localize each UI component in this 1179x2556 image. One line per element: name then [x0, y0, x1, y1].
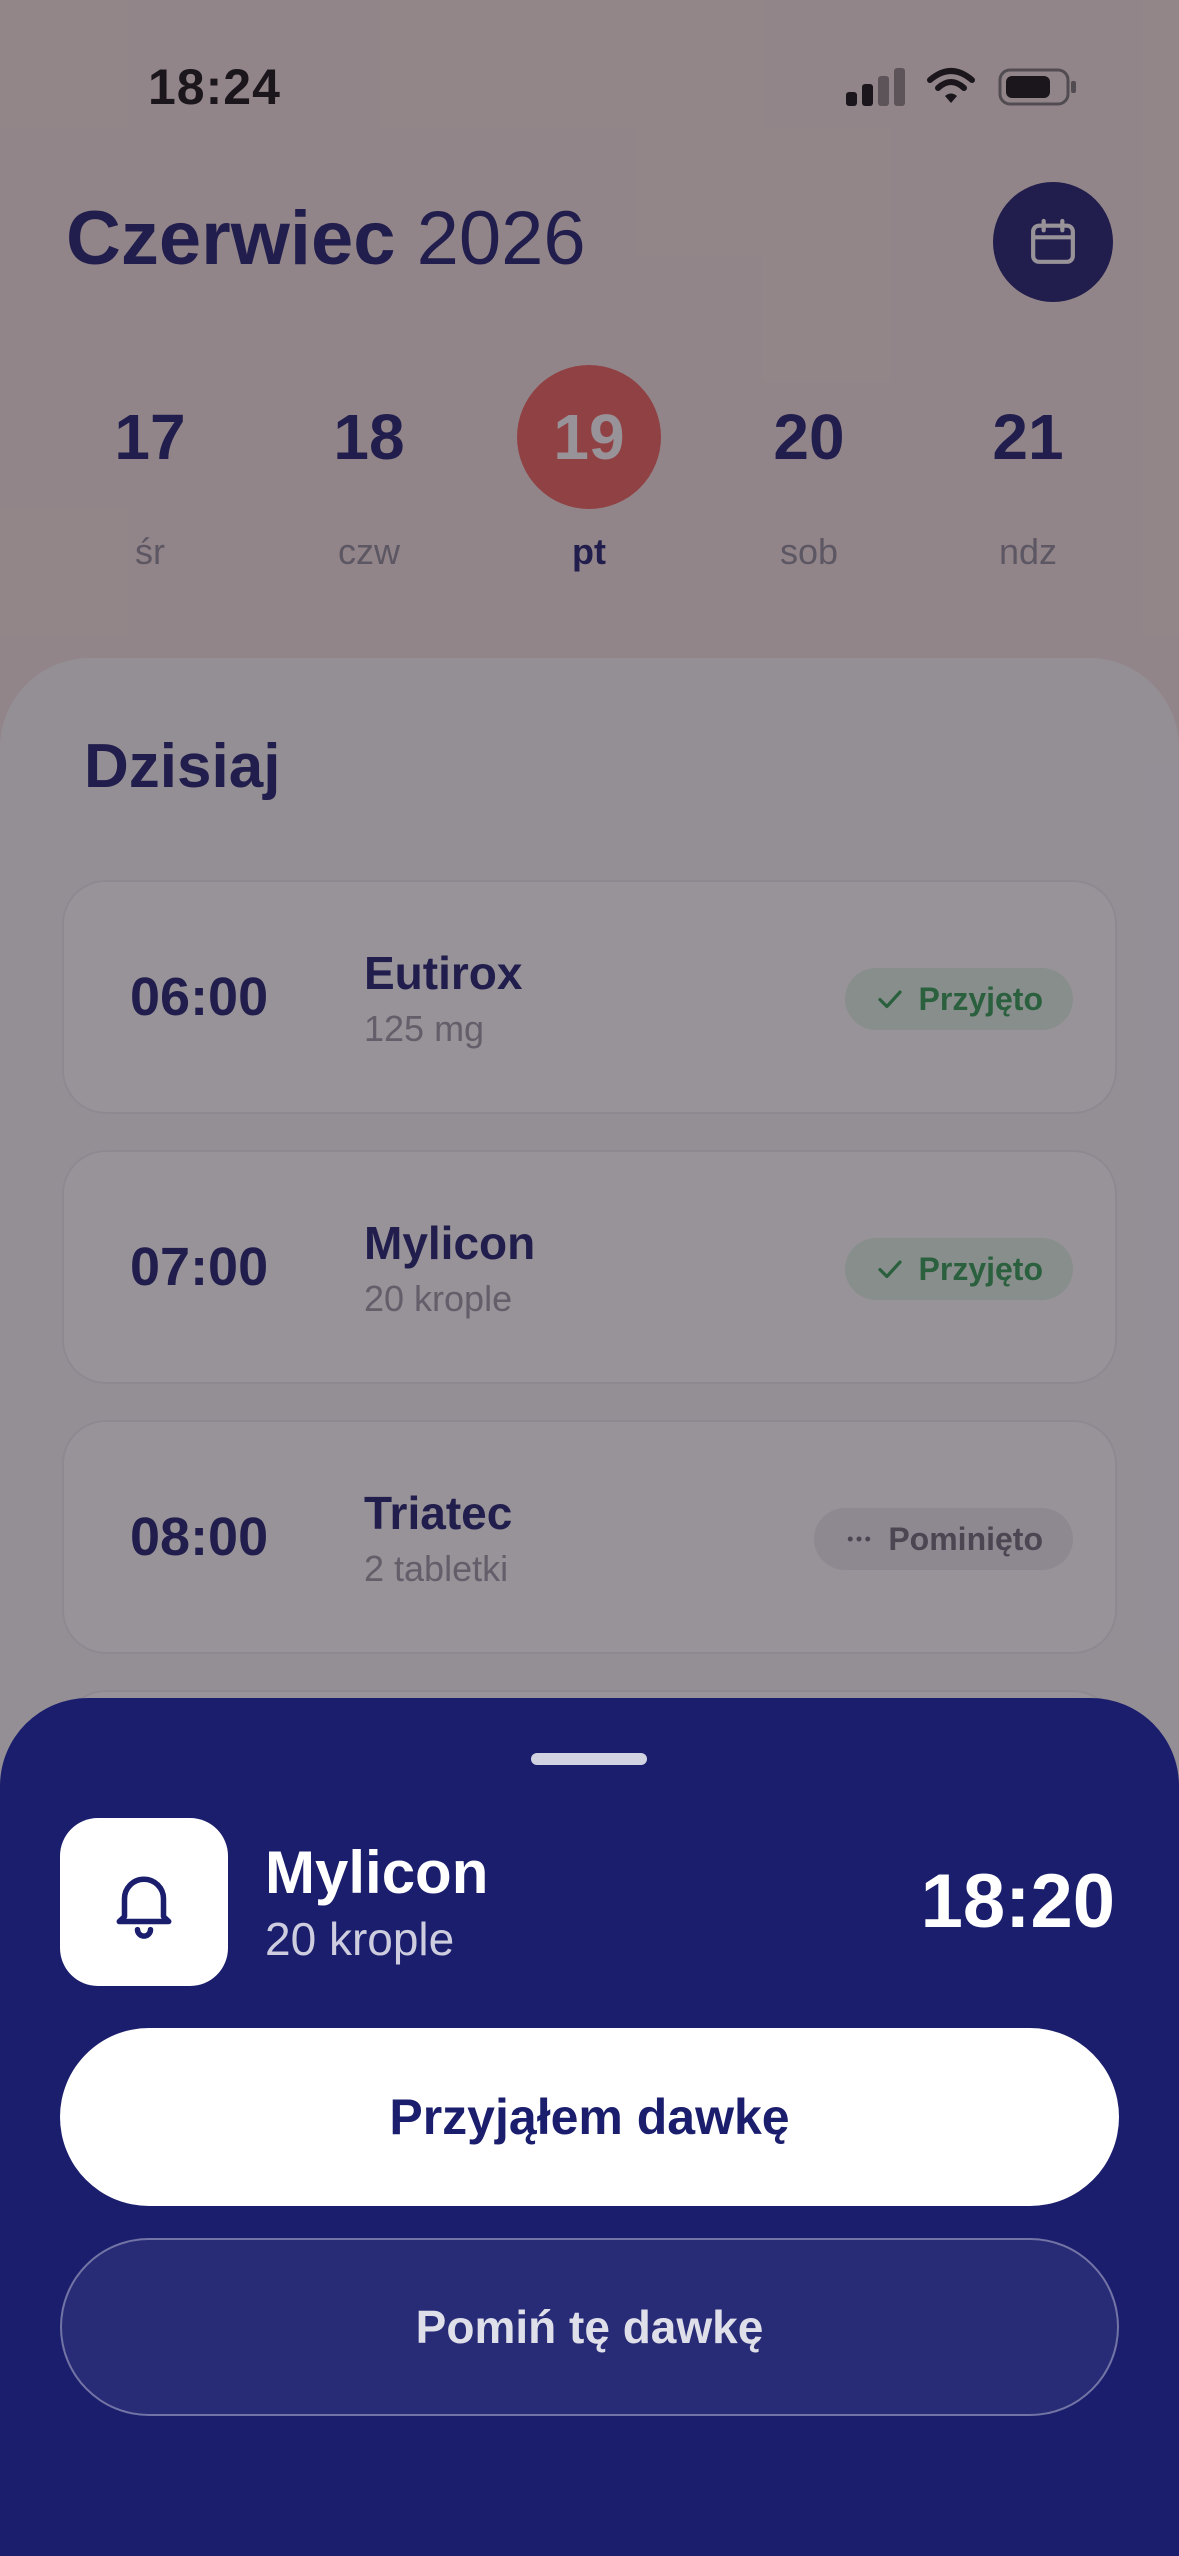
- dose-reminder-sheet: Mylicon 20 krople 18:20 Przyjąłem dawkę …: [0, 1698, 1179, 2556]
- confirm-dose-button[interactable]: Przyjąłem dawkę: [60, 2028, 1119, 2206]
- reminder-dose-amount: 20 krople: [265, 1913, 455, 1965]
- sheet-drag-handle[interactable]: [531, 1753, 647, 1765]
- app-screen: 18:24 Czerwiec 2026 17 śr 18 czw 19 pt 2…: [0, 0, 1179, 2556]
- reminder-medicine-name: Mylicon: [265, 1839, 489, 1906]
- bell-icon: [116, 1876, 172, 1939]
- reminder-icon-tile: [60, 1818, 228, 1986]
- reminder-time: 18:20: [920, 1859, 1115, 1944]
- skip-dose-button[interactable]: Pomiń tę dawkę: [60, 2238, 1119, 2416]
